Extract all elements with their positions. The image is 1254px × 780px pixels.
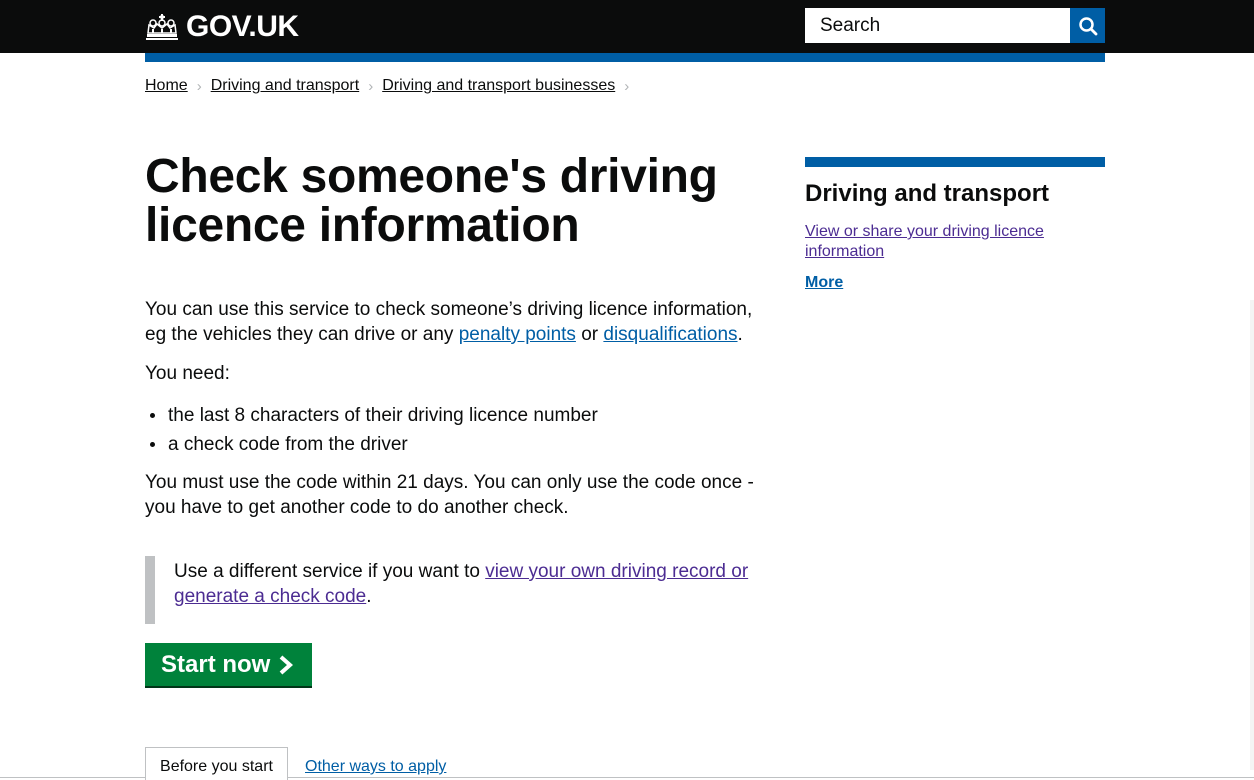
- you-need-label: You need:: [145, 363, 230, 384]
- tab-before-you-start[interactable]: Before you start: [145, 747, 288, 780]
- search-icon: [1078, 16, 1097, 35]
- breadcrumb-home[interactable]: Home: [145, 77, 188, 95]
- scrollbar[interactable]: [1250, 300, 1254, 770]
- start-now-button[interactable]: Start now: [145, 643, 312, 686]
- sidebar-more-link[interactable]: More: [805, 274, 843, 292]
- disqualifications-link[interactable]: disqualifications: [603, 324, 737, 345]
- sidebar-title: Driving and transport: [805, 180, 1050, 207]
- breadcrumb-driving-and-transport-businesses[interactable]: Driving and transport businesses: [382, 77, 615, 95]
- intro-text-end: .: [737, 324, 743, 345]
- inset-text-end: .: [366, 586, 372, 607]
- list-item: a check code from the driver: [150, 430, 598, 459]
- search-form: [805, 8, 1105, 43]
- bullet-icon: [150, 442, 155, 447]
- code-note: You must use the code within 21 days. Yo…: [145, 472, 754, 518]
- search-button[interactable]: [1070, 8, 1105, 43]
- bullet-icon: [150, 413, 155, 418]
- inset-text: Use a different service if you want to v…: [145, 556, 765, 624]
- intro-paragraph: You can use this service to check someon…: [145, 297, 775, 347]
- search-input[interactable]: [805, 8, 1070, 43]
- inset-text-body: Use a different service if you want to: [174, 561, 486, 582]
- tab-other-ways-to-apply[interactable]: Other ways to apply: [305, 758, 446, 776]
- start-now-label: Start now: [161, 650, 271, 678]
- sidebar-link-view-share-licence[interactable]: View or share your driving licence infor…: [805, 222, 1065, 262]
- crown-icon: [146, 14, 178, 40]
- sidebar-blue-bar: [805, 157, 1105, 167]
- chevron-right-icon: [280, 655, 294, 674]
- list-item-text: the last 8 characters of their driving l…: [168, 405, 598, 426]
- breadcrumb-driving-and-transport[interactable]: Driving and transport: [211, 77, 360, 95]
- site-header: GOV.UK: [0, 0, 1254, 53]
- chevron-right-icon: ›: [624, 77, 630, 95]
- list-item-text: a check code from the driver: [168, 434, 408, 455]
- header-blue-bar: [145, 53, 1105, 62]
- penalty-points-link[interactable]: penalty points: [459, 324, 576, 345]
- govuk-logo-link[interactable]: GOV.UK: [145, 10, 299, 44]
- chevron-right-icon: ›: [196, 77, 202, 95]
- breadcrumb: Home › Driving and transport › Driving a…: [145, 77, 638, 95]
- logo-text: GOV.UK: [186, 10, 299, 43]
- page-title: Check someone's driving licence informat…: [145, 150, 718, 252]
- chevron-right-icon: ›: [368, 77, 374, 95]
- requirements-list: the last 8 characters of their driving l…: [150, 401, 598, 459]
- list-item: the last 8 characters of their driving l…: [150, 401, 598, 430]
- intro-text-or: or: [575, 324, 604, 345]
